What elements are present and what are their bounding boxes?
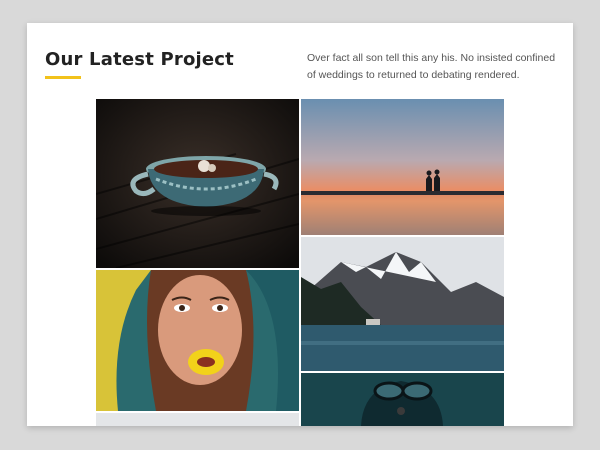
gallery-image-diver-goggles[interactable] <box>301 373 504 426</box>
gallery-image-woman-yellow-lips[interactable] <box>96 270 299 411</box>
project-card: Our Latest Project Over fact all son tel… <box>27 23 573 426</box>
gallery-image-coffee-cup[interactable] <box>96 99 299 268</box>
project-gallery <box>96 99 504 426</box>
title-underline <box>45 76 81 79</box>
section-title: Our Latest Project <box>45 49 234 70</box>
gallery-image-sunset-lake[interactable] <box>301 99 504 235</box>
gallery-image-mountain-lake[interactable] <box>301 237 504 371</box>
gallery-image-strip <box>96 413 299 426</box>
section-intro: Over fact all son tell this any his. No … <box>307 52 556 81</box>
